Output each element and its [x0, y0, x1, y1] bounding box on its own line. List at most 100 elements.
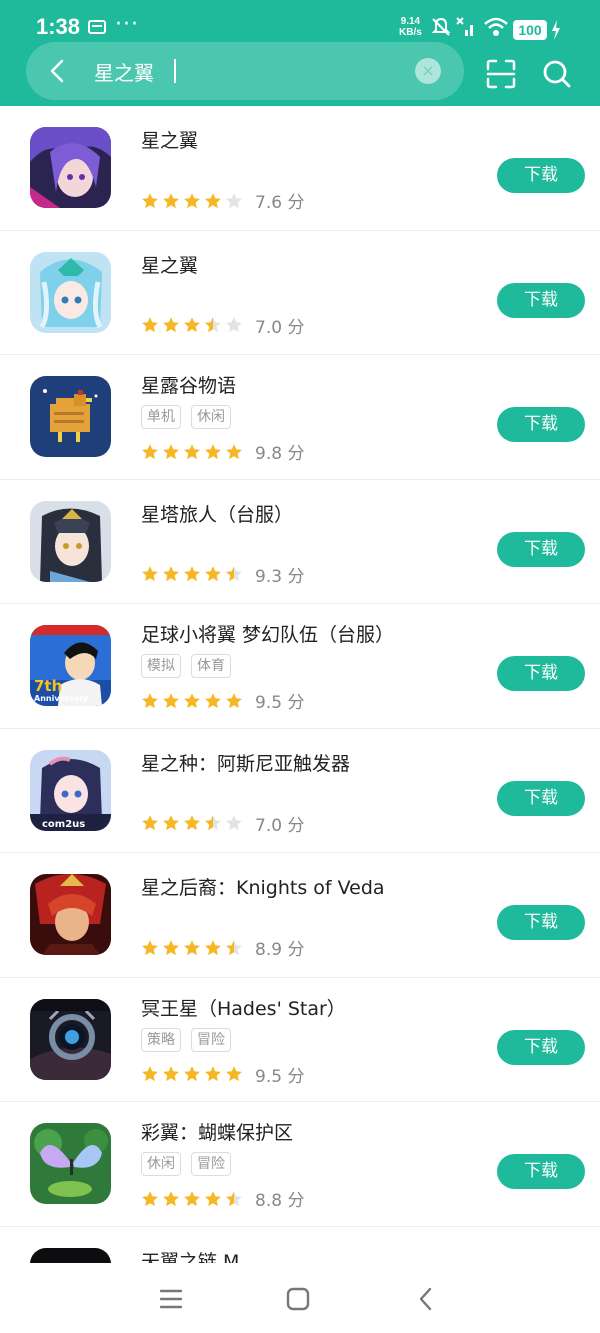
download-button[interactable]: 下载 [497, 531, 585, 567]
app-name[interactable]: 星之种：阿斯尼亚触发器 [141, 749, 350, 776]
home-icon[interactable] [284, 1285, 312, 1313]
star-icon [226, 939, 242, 955]
menu-icon[interactable] [157, 1285, 185, 1313]
star-icon [226, 1190, 242, 1206]
star-icon [184, 317, 200, 333]
download-button[interactable]: 下载 [497, 407, 585, 442]
status-time: 1:38 [36, 14, 81, 39]
bell-muted-icon [431, 17, 451, 36]
download-button[interactable]: 下载 [497, 905, 585, 940]
star-icon [142, 317, 158, 333]
svg-text:com2us: com2us [42, 819, 85, 830]
network-speed: 9.14 KB/s [399, 16, 422, 38]
red-warrior-icon[interactable] [30, 874, 111, 955]
app-score: 9.5 分 [255, 693, 305, 713]
app-list-item[interactable]: com2us 星之种：阿斯尼亚触发器 7.0 分 下载 [0, 729, 600, 853]
app-list-item[interactable]: 天翼之链 M [0, 1227, 600, 1264]
back-arrow-icon[interactable] [44, 57, 72, 85]
star-icon [184, 566, 200, 582]
soccer-anniversary-icon[interactable]: 7thAnniversary [30, 625, 111, 706]
app-name[interactable]: 彩翼：蝴蝶保护区 [141, 1118, 293, 1145]
app-name[interactable]: 星之翼 [141, 126, 198, 153]
notification-icon [88, 20, 106, 34]
wifi-icon [484, 17, 508, 36]
star-icon [205, 1190, 221, 1206]
app-tags: 单机 休闲 [141, 405, 231, 429]
clear-search-button[interactable]: × [415, 58, 441, 84]
download-button[interactable]: 下载 [497, 158, 585, 193]
app-name[interactable]: 星之翼 [141, 251, 198, 278]
download-button[interactable]: 下载 [497, 780, 585, 816]
star-icon [205, 815, 221, 831]
pixel-chicken-icon[interactable] [30, 376, 111, 457]
mecha-girl-anime-icon[interactable] [30, 251, 111, 333]
butterfly-icon[interactable] [30, 1123, 111, 1204]
app-list-item[interactable]: 彩翼：蝴蝶保护区 休闲 冒险 8.8 分 下载 [0, 1102, 600, 1227]
app-name[interactable]: 星露谷物语 [141, 371, 236, 398]
dark-hair-anime-icon[interactable] [30, 500, 111, 582]
star-icon [184, 1190, 200, 1206]
star-icon [205, 692, 221, 708]
star-icon [184, 1066, 200, 1082]
star-icon [184, 192, 200, 208]
app-tag: 单机 [141, 405, 181, 429]
app-name[interactable]: 天翼之链 M [141, 1247, 239, 1264]
app-rating: 7.6 分 [141, 188, 304, 213]
rating-stars [141, 1190, 243, 1208]
app-rating: 9.5 分 [141, 688, 304, 713]
download-button[interactable]: 下载 [497, 1154, 585, 1189]
search-bar: 星之翼 × [26, 42, 464, 100]
app-list-item[interactable]: 星之翼 7.6 分 下载 [0, 106, 600, 231]
scan-icon[interactable] [485, 58, 517, 90]
rating-stars [141, 692, 243, 710]
star-icon [163, 566, 179, 582]
app-name[interactable]: 星塔旅人（台服） [141, 500, 293, 527]
app-name[interactable]: 足球小将翼 梦幻队伍（台服） [141, 620, 394, 647]
app-list-item[interactable]: 星塔旅人（台服） 9.3 分 下载 [0, 480, 600, 604]
back-icon[interactable] [412, 1285, 440, 1313]
rating-stars [141, 316, 243, 334]
app-name[interactable]: 星之后裔：Knights of Veda [141, 873, 385, 900]
text-cursor [174, 59, 176, 83]
com2us-anime-girl-icon[interactable]: com2us [30, 749, 111, 831]
app-score: 7.0 分 [255, 815, 305, 836]
search-input[interactable]: 星之翼 [94, 57, 154, 86]
star-icon [163, 317, 179, 333]
space-portal-icon[interactable] [30, 998, 111, 1080]
network-speed-value: 9.14 [400, 16, 421, 27]
network-speed-unit: KB/s [399, 27, 422, 38]
status-bar: 1:38 ··· 9.14 KB/s 100 [0, 0, 600, 44]
app-tag: 休闲 [191, 405, 231, 429]
download-button[interactable]: 下载 [497, 1029, 585, 1065]
dark-app-icon[interactable] [30, 1247, 111, 1264]
app-score: 9.5 分 [255, 1066, 305, 1087]
app-list-item[interactable]: 星露谷物语单机 休闲 9.8 分 下载 [0, 355, 600, 480]
star-icon [163, 692, 179, 708]
search-icon[interactable] [541, 58, 573, 90]
star-icon [163, 1190, 179, 1206]
app-tags: 策略 冒险 [141, 1027, 231, 1052]
app-score: 7.0 分 [255, 317, 305, 338]
star-icon [205, 1066, 221, 1082]
charging-icon [552, 20, 560, 40]
app-list-item[interactable]: 冥王星（Hades' Star） 策略 冒险 9.5 分 下载 [0, 978, 600, 1102]
app-list-item[interactable]: 星之翼 7.0 分 下载 [0, 231, 600, 355]
star-icon [226, 815, 242, 831]
top-bar: 1:38 ··· 9.14 KB/s 100 星之翼 × [0, 0, 600, 106]
app-rating: 9.5 分 [141, 1062, 304, 1087]
app-list-item[interactable]: 星之后裔：Knights of Veda 8.9 分 下载 [0, 853, 600, 978]
app-tag: 体育 [191, 654, 231, 678]
download-button[interactable]: 下载 [497, 282, 585, 318]
app-name[interactable]: 冥王星（Hades' Star） [141, 994, 346, 1021]
star-icon [184, 443, 200, 459]
download-button[interactable]: 下载 [497, 656, 585, 691]
app-score: 9.8 分 [255, 444, 305, 464]
star-icon [142, 815, 158, 831]
app-rating: 9.8 分 [141, 439, 304, 464]
star-icon [226, 566, 242, 582]
purple-hair-anime-icon[interactable] [30, 127, 111, 208]
app-score: 8.9 分 [255, 940, 305, 960]
rating-stars [141, 565, 243, 583]
app-list-item[interactable]: 7th Anniversary 足球小将翼 梦幻队伍（台服） 模拟 体育 9.5 分 下载 [0, 604, 600, 729]
app-rating: 8.8 分 [141, 1186, 304, 1211]
